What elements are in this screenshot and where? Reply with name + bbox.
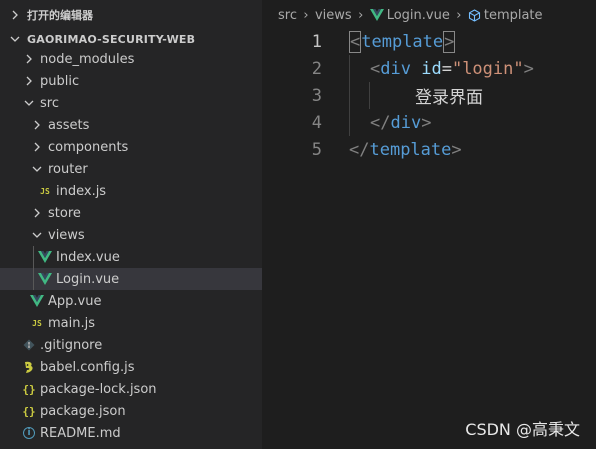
tree-item-label: assets bbox=[48, 117, 90, 133]
code-text: <template> bbox=[349, 30, 456, 53]
code-line-1[interactable]: 1 <template> bbox=[262, 28, 596, 55]
tree-item-router-index-js[interactable]: JS index.js bbox=[0, 180, 262, 202]
javascript-file-icon: JS bbox=[32, 318, 42, 328]
tree-item-label: Login.vue bbox=[56, 271, 120, 287]
line-number: 4 bbox=[311, 112, 322, 133]
breadcrumb-views[interactable]: views bbox=[315, 8, 352, 23]
tree-item-assets[interactable]: assets bbox=[0, 114, 262, 136]
open-editors-header[interactable]: 打开的编辑器 bbox=[0, 4, 262, 26]
code-line-5[interactable]: 5 </template> bbox=[262, 136, 596, 163]
tree-item-index-vue[interactable]: Index.vue bbox=[0, 246, 262, 268]
json-file-icon: {} bbox=[22, 404, 36, 418]
file-tree: node_modules public src assets component… bbox=[0, 48, 262, 444]
tree-item-package-json[interactable]: {} package.json bbox=[0, 400, 262, 422]
tree-item-router[interactable]: router bbox=[0, 158, 262, 180]
tree-item-label: router bbox=[48, 161, 88, 177]
chevron-right-icon bbox=[22, 52, 36, 66]
chevron-down-icon bbox=[30, 228, 44, 242]
tree-item-label: index.js bbox=[56, 183, 107, 199]
watermark: CSDN @高秉文 bbox=[465, 420, 580, 439]
chevron-right-icon bbox=[22, 74, 36, 88]
line-number: 1 bbox=[311, 31, 322, 52]
code-text: <div id="login"> bbox=[370, 58, 534, 79]
tree-item-label: package.json bbox=[40, 403, 126, 419]
json-file-icon: {} bbox=[22, 382, 36, 396]
line-number: 5 bbox=[311, 139, 322, 160]
vue-file-icon bbox=[38, 272, 52, 286]
vue-file-icon bbox=[369, 9, 384, 21]
code-line-2[interactable]: 2 <div id="login"> bbox=[262, 55, 596, 82]
code-text: 登录界面 bbox=[415, 88, 483, 108]
tree-item-label: views bbox=[48, 227, 85, 243]
breadcrumb: src › views › Login.vue › template bbox=[278, 4, 543, 26]
tree-item-label: main.js bbox=[48, 315, 95, 331]
vue-file-icon bbox=[30, 294, 44, 308]
tree-item-label: store bbox=[48, 205, 81, 221]
tree-item-readme[interactable]: i README.md bbox=[0, 422, 262, 444]
tree-item-label: .gitignore bbox=[40, 337, 103, 353]
code-text: </div> bbox=[370, 112, 432, 133]
chevron-right-icon: › bbox=[456, 7, 462, 23]
tree-item-main-js[interactable]: JS main.js bbox=[0, 312, 262, 334]
vue-file-icon bbox=[38, 250, 52, 264]
breadcrumb-src[interactable]: src bbox=[278, 8, 297, 23]
tree-item-label: Index.vue bbox=[56, 249, 120, 265]
tree-item-src[interactable]: src bbox=[0, 92, 262, 114]
open-editors-label: 打开的编辑器 bbox=[27, 9, 93, 22]
line-number: 2 bbox=[311, 58, 322, 79]
info-icon: i bbox=[22, 426, 36, 440]
tree-item-app-vue[interactable]: App.vue bbox=[0, 290, 262, 312]
code-editor[interactable]: src › views › Login.vue › template 1 <te… bbox=[262, 0, 596, 449]
chevron-right-icon: › bbox=[358, 7, 364, 23]
breadcrumb-symbol-label: template bbox=[483, 7, 543, 23]
tree-item-babel-config[interactable]: babel.config.js bbox=[0, 356, 262, 378]
symbol-structure-icon bbox=[468, 8, 480, 22]
explorer-sidebar: 打开的编辑器 GAORIMAO-SECURITY-WEB node_module… bbox=[0, 0, 262, 449]
git-file-icon bbox=[22, 338, 36, 352]
babel-file-icon bbox=[22, 360, 36, 374]
code-area[interactable]: 1 <template> 2 <div id="login"> 3 登录界面 4… bbox=[262, 28, 596, 163]
chevron-right-icon bbox=[30, 140, 44, 154]
code-line-3[interactable]: 3 登录界面 bbox=[262, 82, 596, 109]
tree-item-gitignore[interactable]: .gitignore bbox=[0, 334, 262, 356]
project-folder-header[interactable]: GAORIMAO-SECURITY-WEB bbox=[0, 28, 262, 50]
chevron-down-icon bbox=[30, 162, 44, 176]
tree-item-views[interactable]: views bbox=[0, 224, 262, 246]
tree-item-label: components bbox=[48, 139, 129, 155]
tree-item-label: package-lock.json bbox=[40, 381, 157, 397]
tree-item-package-lock-json[interactable]: {} package-lock.json bbox=[0, 378, 262, 400]
chevron-down-icon bbox=[22, 96, 36, 110]
tree-item-store[interactable]: store bbox=[0, 202, 262, 224]
chevron-right-icon bbox=[8, 8, 22, 22]
tree-item-node-modules[interactable]: node_modules bbox=[0, 48, 262, 70]
tree-item-login-vue[interactable]: Login.vue bbox=[0, 268, 262, 290]
tree-item-label: README.md bbox=[40, 425, 121, 441]
breadcrumb-file-label: Login.vue bbox=[386, 7, 450, 23]
line-number: 3 bbox=[311, 85, 322, 106]
tree-item-public[interactable]: public bbox=[0, 70, 262, 92]
tree-item-components[interactable]: components bbox=[0, 136, 262, 158]
project-name: GAORIMAO-SECURITY-WEB bbox=[27, 32, 196, 46]
tree-item-label: src bbox=[40, 95, 59, 111]
javascript-file-icon: JS bbox=[40, 186, 50, 196]
breadcrumb-symbol[interactable]: template bbox=[468, 8, 543, 23]
code-line-4[interactable]: 4 </div> bbox=[262, 109, 596, 136]
breadcrumb-file[interactable]: Login.vue bbox=[369, 7, 450, 23]
tree-item-label: App.vue bbox=[48, 293, 102, 309]
indent-guide bbox=[33, 268, 34, 290]
chevron-right-icon: › bbox=[303, 7, 309, 23]
tree-item-label: babel.config.js bbox=[40, 359, 135, 375]
chevron-right-icon bbox=[30, 118, 44, 132]
indent-guide bbox=[33, 246, 34, 268]
tree-item-label: public bbox=[40, 73, 80, 89]
chevron-down-icon bbox=[8, 32, 22, 46]
tree-item-label: node_modules bbox=[40, 51, 135, 67]
chevron-right-icon bbox=[30, 206, 44, 220]
code-text: </template> bbox=[349, 139, 462, 160]
